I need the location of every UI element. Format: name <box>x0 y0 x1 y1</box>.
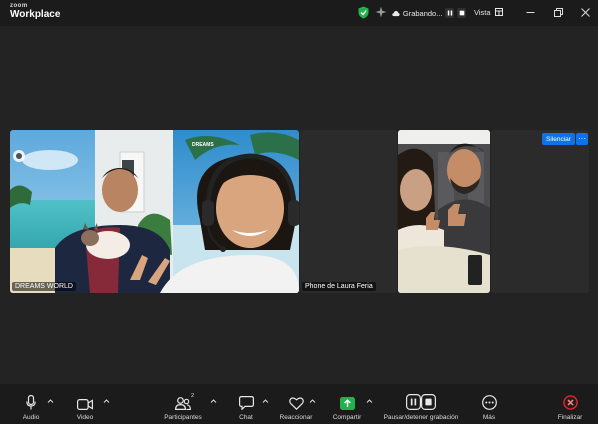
participant-name: Phone de Laura Feria <box>302 282 376 291</box>
recording-indicator: Grabando... <box>390 5 466 21</box>
end-meeting-icon <box>562 395 578 410</box>
end-label: Finalizar <box>557 414 583 421</box>
close-icon <box>580 7 590 17</box>
end-meeting-button[interactable]: Finalizar <box>540 394 598 421</box>
meeting-toolbar: Audio Video 2 Participantes Chat Reaccio… <box>0 384 598 424</box>
grid-view-icon <box>494 8 503 16</box>
tile-more-button[interactable]: ··· <box>576 133 588 145</box>
video-label: Video <box>76 414 94 421</box>
view-label: Vista <box>474 7 491 17</box>
minimize-button[interactable] <box>521 4 539 20</box>
silence-button[interactable]: Silenciar <box>542 133 575 145</box>
video-tile-empty[interactable] <box>491 130 589 293</box>
participants-count-badge: 2 <box>191 393 195 399</box>
audio-label: Audio <box>22 414 40 421</box>
recording-controls-button[interactable]: Pausar/detener grabación <box>384 394 458 421</box>
restore-button[interactable] <box>549 4 567 20</box>
close-button[interactable] <box>576 4 594 20</box>
microphone-icon <box>26 395 36 410</box>
video-tile-laura-feria[interactable]: Phone de Laura Feria <box>300 130 397 293</box>
title-bar: zoom Workplace Grabando... Vista <box>0 0 598 26</box>
chat-bubble-icon <box>238 396 254 410</box>
participant-video-feed <box>398 130 490 293</box>
more-button[interactable]: Más <box>459 394 519 421</box>
more-label: Más <box>482 414 496 421</box>
audio-options-chevron-up-icon[interactable] <box>47 398 54 404</box>
restore-icon <box>553 7 563 17</box>
more-options-icon <box>481 395 497 410</box>
pause-recording-button[interactable] <box>445 8 455 18</box>
heart-icon <box>288 397 304 410</box>
share-screen-icon <box>339 397 355 410</box>
pause-stop-recording-icon <box>406 394 436 410</box>
recording-controls-label: Pausar/detener grabación <box>383 414 459 421</box>
encryption-shield-icon[interactable] <box>358 6 369 19</box>
ai-companion-icon[interactable] <box>375 6 387 18</box>
stop-recording-button[interactable] <box>457 8 466 18</box>
share-label: Compartir <box>332 414 362 421</box>
video-tile-dreams-world[interactable]: DREAMS DREAMS WORLD <box>10 130 299 293</box>
participants-icon <box>175 397 191 410</box>
share-options-chevron-up-icon[interactable] <box>366 398 373 404</box>
recording-label: Grabando... <box>402 8 443 18</box>
app-brand-name: Workplace <box>10 9 61 20</box>
participants-label: Participantes <box>164 414 202 421</box>
participants-button[interactable]: 2 Participantes <box>153 393 213 421</box>
app-logo: zoom Workplace <box>10 3 60 20</box>
chat-label: Chat <box>239 414 253 421</box>
view-button[interactable]: Vista <box>470 5 506 19</box>
react-options-chevron-up-icon[interactable] <box>309 398 316 404</box>
react-label: Reaccionar <box>279 414 313 421</box>
pause-icon <box>447 10 453 16</box>
participant-name: DREAMS WORLD <box>12 282 76 291</box>
svg-text:DREAMS: DREAMS <box>192 142 214 148</box>
video-camera-icon <box>77 399 93 410</box>
minimize-icon <box>526 11 534 13</box>
video-options-chevron-up-icon[interactable] <box>103 398 110 404</box>
cloud-icon <box>392 10 400 16</box>
participant-video-feed: DREAMS <box>10 130 299 293</box>
stop-icon <box>459 10 464 16</box>
video-tile-couple[interactable] <box>398 130 490 293</box>
